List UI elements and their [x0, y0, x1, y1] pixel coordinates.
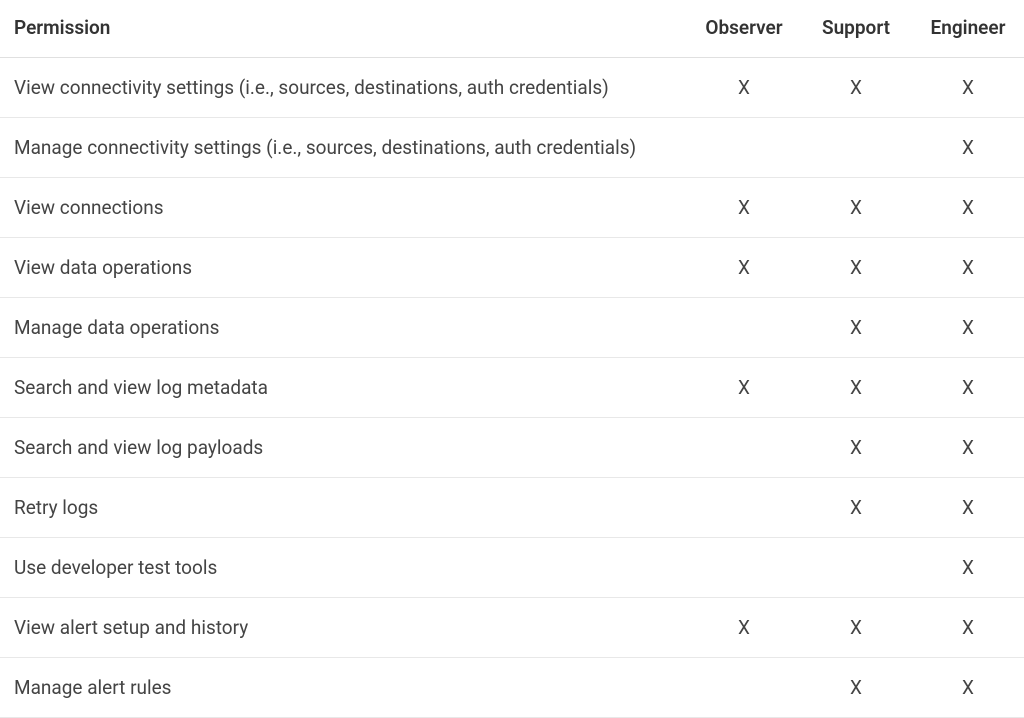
header-role-support: Support — [800, 0, 912, 58]
table-row: View connectivity settings (i.e., source… — [0, 58, 1024, 118]
role-mark-support: X — [800, 418, 912, 478]
role-mark-support: X — [800, 358, 912, 418]
role-mark-engineer: X — [912, 418, 1024, 478]
table-row: Search and view log metadata X X X — [0, 358, 1024, 418]
role-mark-support — [800, 538, 912, 598]
role-mark-engineer: X — [912, 658, 1024, 718]
table-row: Manage alert rules X X — [0, 658, 1024, 718]
table-body: View connectivity settings (i.e., source… — [0, 58, 1024, 718]
table-row: View data operations X X X — [0, 238, 1024, 298]
role-mark-support: X — [800, 478, 912, 538]
role-mark-engineer: X — [912, 238, 1024, 298]
header-role-engineer: Engineer — [912, 0, 1024, 58]
permission-label: View connections — [0, 178, 688, 238]
permission-label: Manage connectivity settings (i.e., sour… — [0, 118, 688, 178]
role-mark-observer — [688, 298, 800, 358]
table-row: Search and view log payloads X X — [0, 418, 1024, 478]
role-mark-observer: X — [688, 178, 800, 238]
role-mark-support: X — [800, 298, 912, 358]
permission-label: Manage alert rules — [0, 658, 688, 718]
role-mark-observer — [688, 418, 800, 478]
table-row: Use developer test tools X — [0, 538, 1024, 598]
table-row: View connections X X X — [0, 178, 1024, 238]
permission-label: View alert setup and history — [0, 598, 688, 658]
role-mark-observer: X — [688, 238, 800, 298]
role-mark-support: X — [800, 58, 912, 118]
permission-label: Retry logs — [0, 478, 688, 538]
role-mark-support: X — [800, 238, 912, 298]
permission-label: Search and view log metadata — [0, 358, 688, 418]
role-mark-support — [800, 118, 912, 178]
role-mark-support: X — [800, 178, 912, 238]
role-mark-observer: X — [688, 358, 800, 418]
header-permission: Permission — [0, 0, 688, 58]
role-mark-observer — [688, 118, 800, 178]
role-mark-support: X — [800, 598, 912, 658]
role-mark-support: X — [800, 658, 912, 718]
role-mark-engineer: X — [912, 478, 1024, 538]
permissions-table: Permission Observer Support Engineer Vie… — [0, 0, 1024, 718]
role-mark-engineer: X — [912, 118, 1024, 178]
permission-label: View data operations — [0, 238, 688, 298]
permission-label: View connectivity settings (i.e., source… — [0, 58, 688, 118]
table-row: View alert setup and history X X X — [0, 598, 1024, 658]
role-mark-observer — [688, 478, 800, 538]
role-mark-engineer: X — [912, 358, 1024, 418]
permission-label: Use developer test tools — [0, 538, 688, 598]
role-mark-engineer: X — [912, 178, 1024, 238]
role-mark-engineer: X — [912, 598, 1024, 658]
permission-label: Manage data operations — [0, 298, 688, 358]
permission-label: Search and view log payloads — [0, 418, 688, 478]
role-mark-observer — [688, 538, 800, 598]
role-mark-engineer: X — [912, 298, 1024, 358]
table-row: Retry logs X X — [0, 478, 1024, 538]
role-mark-observer — [688, 658, 800, 718]
header-role-observer: Observer — [688, 0, 800, 58]
table-row: Manage data operations X X — [0, 298, 1024, 358]
role-mark-observer: X — [688, 598, 800, 658]
table-row: Manage connectivity settings (i.e., sour… — [0, 118, 1024, 178]
role-mark-engineer: X — [912, 538, 1024, 598]
role-mark-engineer: X — [912, 58, 1024, 118]
table-header-row: Permission Observer Support Engineer — [0, 0, 1024, 58]
role-mark-observer: X — [688, 58, 800, 118]
